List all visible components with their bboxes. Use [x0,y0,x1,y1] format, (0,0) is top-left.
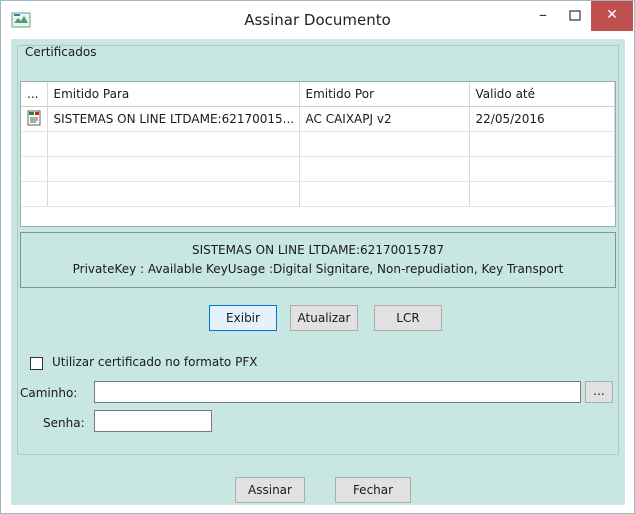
table-row[interactable]: SISTEMAS ON LINE LTDAME:62170015... AC C… [21,106,615,132]
sign-document-window: Assinar Documento – ✕ Certificados ... E… [0,0,635,514]
caminho-input[interactable] [94,381,581,403]
senha-label: Senha: [43,416,85,430]
minimize-button[interactable]: – [528,1,558,31]
certificados-label: Certificados [25,45,97,59]
certificates-table[interactable]: ... Emitido Para Emitido Por Valido até [20,81,616,227]
table-row-empty [21,156,615,182]
dialog-body: Certificados ... Emitido Para Emitido Po… [11,39,625,505]
atualizar-button[interactable]: Atualizar [290,305,358,331]
pfx-checkbox[interactable] [30,357,43,370]
lcr-button[interactable]: LCR [374,305,442,331]
cell-emitido-por: AC CAIXAPJ v2 [299,106,470,132]
table-header: ... Emitido Para Emitido Por Valido até [21,82,615,107]
maximize-icon [569,10,581,21]
column-header-select[interactable]: ... [21,82,48,107]
pfx-checkbox-label[interactable]: Utilizar certificado no formato PFX [52,355,257,369]
exibir-button[interactable]: Exibir [209,305,277,331]
certificate-info-keyusage: PrivateKey : Available KeyUsage :Digital… [72,262,564,276]
row-icon-cell [21,106,48,132]
caminho-label: Caminho: [20,386,78,400]
certificate-info-panel: SISTEMAS ON LINE LTDAME:62170015787 Priv… [20,232,616,288]
table-row-empty [21,181,615,207]
close-icon: ✕ [606,7,618,23]
certificate-info-subject: SISTEMAS ON LINE LTDAME:62170015787 [191,243,445,257]
column-header-emitido-para[interactable]: Emitido Para [47,82,300,107]
cell-emitido-para: SISTEMAS ON LINE LTDAME:62170015... [47,106,300,132]
fechar-button[interactable]: Fechar [335,477,411,503]
column-header-valido-ate[interactable]: Valido até [469,82,615,107]
maximize-button[interactable] [560,1,590,31]
cell-valido-ate: 22/05/2016 [469,106,615,132]
column-header-emitido-por[interactable]: Emitido Por [299,82,470,107]
title-bar[interactable]: Assinar Documento – ✕ [1,1,634,39]
senha-input[interactable] [94,410,212,432]
close-button[interactable]: ✕ [591,1,633,31]
table-row-empty [21,131,615,157]
certificate-icon [27,110,41,125]
assinar-button[interactable]: Assinar [235,477,305,503]
browse-button[interactable]: ... [585,381,613,403]
